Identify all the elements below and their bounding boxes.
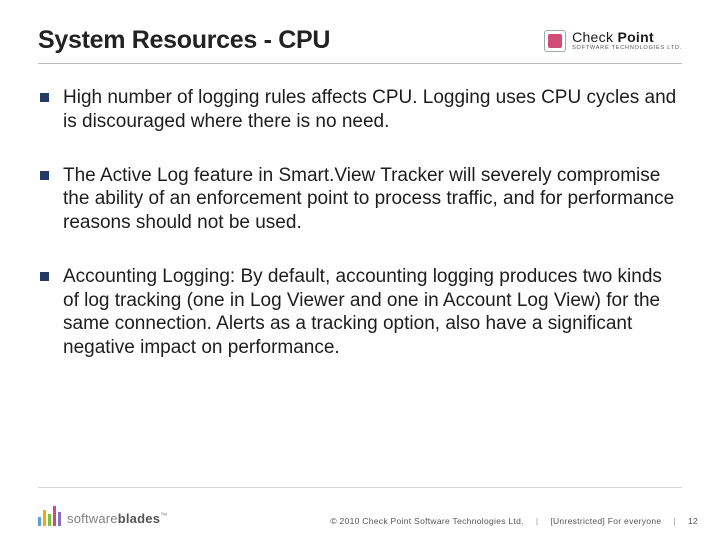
trademark-symbol: ™ bbox=[160, 513, 167, 520]
product-name-bold: blades bbox=[118, 511, 160, 526]
brand-name-bold: Point bbox=[617, 29, 654, 45]
separator: | bbox=[673, 516, 676, 526]
bars-icon bbox=[38, 506, 61, 526]
slide-header: System Resources - CPU Check Point SOFTW… bbox=[38, 26, 682, 55]
slide: System Resources - CPU Check Point SOFTW… bbox=[0, 0, 720, 540]
footer-divider bbox=[38, 487, 682, 488]
square-bullet-icon bbox=[40, 171, 49, 180]
bullet-text: High number of logging rules affects CPU… bbox=[63, 86, 682, 134]
bullet-list: High number of logging rules affects CPU… bbox=[38, 86, 682, 360]
list-item: The Active Log feature in Smart.View Tra… bbox=[38, 164, 682, 235]
slide-footer: softwareblades™ © 2010 Check Point Softw… bbox=[0, 506, 720, 526]
footer-meta: © 2010 Check Point Software Technologies… bbox=[330, 516, 698, 526]
list-item: Accounting Logging: By default, accounti… bbox=[38, 265, 682, 360]
slide-title: System Resources - CPU bbox=[38, 26, 330, 55]
checkpoint-icon bbox=[544, 30, 566, 52]
product-name: softwareblades™ bbox=[67, 511, 167, 526]
separator: | bbox=[536, 516, 539, 526]
copyright-text: © 2010 Check Point Software Technologies… bbox=[330, 516, 524, 526]
product-name-prefix: software bbox=[67, 511, 118, 526]
square-bullet-icon bbox=[40, 93, 49, 102]
brand-logo-text: Check Point SOFTWARE TECHNOLOGIES LTD. bbox=[572, 30, 682, 52]
bullet-text: Accounting Logging: By default, accounti… bbox=[63, 265, 682, 360]
brand-name: Check Point bbox=[572, 30, 682, 44]
brand-logo: Check Point SOFTWARE TECHNOLOGIES LTD. bbox=[544, 30, 682, 52]
list-item: High number of logging rules affects CPU… bbox=[38, 86, 682, 134]
product-logo: softwareblades™ bbox=[38, 506, 167, 526]
slide-body: High number of logging rules affects CPU… bbox=[38, 64, 682, 360]
brand-tagline: SOFTWARE TECHNOLOGIES LTD. bbox=[572, 46, 682, 52]
classification-text: [Unrestricted] For everyone bbox=[550, 516, 661, 526]
bullet-text: The Active Log feature in Smart.View Tra… bbox=[63, 164, 682, 235]
square-bullet-icon bbox=[40, 272, 49, 281]
brand-name-prefix: Check bbox=[572, 29, 617, 45]
page-number: 12 bbox=[688, 516, 698, 526]
